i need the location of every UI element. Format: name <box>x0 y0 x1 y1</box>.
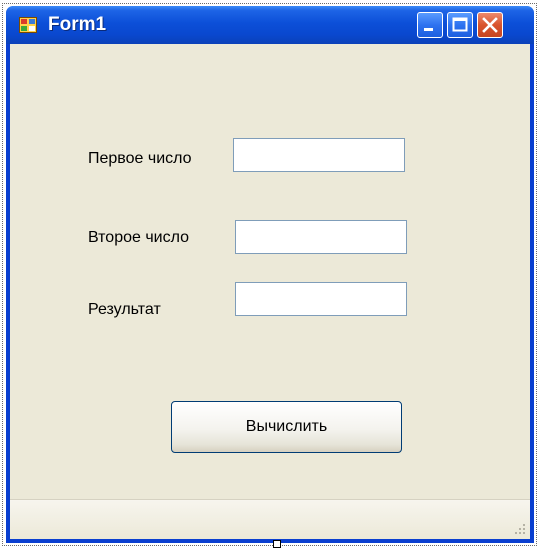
minimize-button[interactable] <box>417 12 443 38</box>
maximize-button[interactable] <box>447 12 473 38</box>
title-bar[interactable]: Form1 <box>6 6 534 44</box>
result-input[interactable] <box>235 282 407 316</box>
designer-resize-handle[interactable] <box>273 540 281 548</box>
second-number-label: Второе число <box>88 229 190 246</box>
app-icon <box>19 17 37 33</box>
result-label: Результат <box>88 301 161 318</box>
second-number-input[interactable] <box>235 220 407 254</box>
form-client-area: Первое число Второе число Результат Вычи… <box>10 44 530 539</box>
close-icon <box>482 17 498 33</box>
maximize-icon <box>452 17 468 32</box>
resize-grip-icon[interactable] <box>512 521 526 535</box>
minimize-icon <box>424 28 433 31</box>
first-number-label: Первое число <box>88 150 192 167</box>
compute-button[interactable]: Вычислить <box>171 401 402 453</box>
first-number-input[interactable] <box>233 138 405 172</box>
window-title: Form1 <box>48 14 107 35</box>
close-button[interactable] <box>477 12 503 38</box>
form-window: Form1 Первое число Второе число Результа… <box>6 6 534 543</box>
status-bar <box>10 499 530 539</box>
